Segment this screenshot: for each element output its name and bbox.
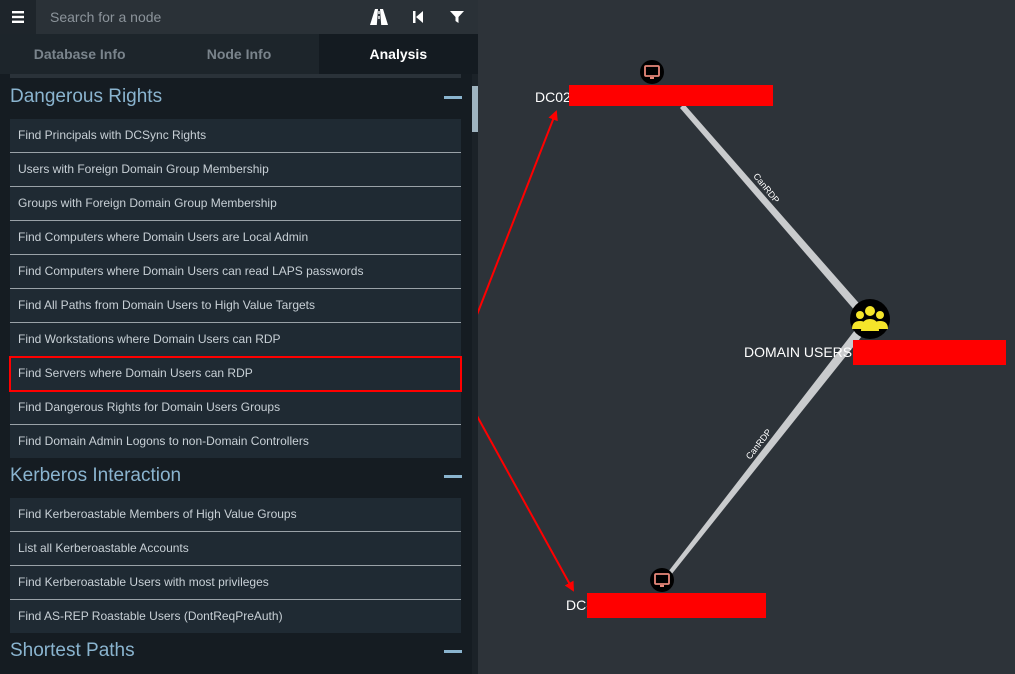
- query-list-kerberos-interaction: Find Kerberoastable Members of High Valu…: [10, 498, 461, 633]
- back-button[interactable]: [400, 0, 436, 34]
- query-item[interactable]: Find Dangerous Rights for Domain Users G…: [10, 391, 461, 425]
- query-item[interactable]: List all Kerberoastable Accounts: [10, 532, 461, 566]
- redaction-dc: [587, 593, 766, 618]
- analysis-content: Dangerous Rights Find Principals with DC…: [0, 74, 478, 674]
- hamburger-menu-icon: [12, 11, 24, 23]
- query-item-selected[interactable]: Find Servers where Domain Users can RDP: [9, 356, 462, 392]
- edge-dc02-domain-users[interactable]: CanRDP: [680, 104, 864, 312]
- node-dc[interactable]: [650, 568, 674, 592]
- node-dc02[interactable]: [640, 60, 664, 84]
- section-title: Dangerous Rights: [10, 86, 163, 107]
- side-panel: Database Info Node Info Analysis Dangero…: [0, 0, 478, 674]
- tab-analysis[interactable]: Analysis: [318, 34, 478, 74]
- panel-tabs: Database Info Node Info Analysis: [0, 34, 478, 74]
- pathfinding-button[interactable]: [361, 0, 397, 34]
- step-back-icon: [413, 11, 423, 23]
- search-input[interactable]: [40, 4, 370, 30]
- node-label-dc02: DC02: [535, 89, 571, 105]
- section-header-kerberos-interaction[interactable]: Kerberos Interaction: [0, 461, 470, 495]
- query-item[interactable]: Find AS-REP Roastable Users (DontReqPreA…: [10, 600, 461, 633]
- filter-icon: [450, 11, 464, 23]
- annotation-arrow-down: [465, 395, 574, 592]
- list-edge: [10, 74, 461, 78]
- section-title: Kerberos Interaction: [10, 465, 182, 486]
- scrollbar-thumb[interactable]: [472, 86, 478, 132]
- collapse-icon[interactable]: [444, 475, 462, 478]
- redaction-domain-users: [853, 340, 1006, 365]
- road-icon: [370, 9, 388, 25]
- query-item[interactable]: Find Computers where Domain Users can re…: [10, 255, 461, 289]
- edge-dc-domain-users[interactable]: CanRDP: [668, 330, 862, 575]
- scrollbar-track[interactable]: [472, 74, 478, 674]
- tab-database-info[interactable]: Database Info: [0, 34, 159, 74]
- query-item[interactable]: Find Workstations where Domain Users can…: [10, 323, 461, 357]
- collapse-icon[interactable]: [444, 650, 462, 653]
- section-title: Shortest Paths: [10, 640, 135, 661]
- query-item[interactable]: Find Domain Admin Logons to non-Domain C…: [10, 425, 461, 458]
- query-item[interactable]: Find Principals with DCSync Rights: [10, 119, 461, 153]
- query-item[interactable]: Find Kerberoastable Users with most priv…: [10, 566, 461, 600]
- query-item[interactable]: Groups with Foreign Domain Group Members…: [10, 187, 461, 221]
- query-item[interactable]: Find All Paths from Domain Users to High…: [10, 289, 461, 323]
- filter-button[interactable]: [439, 0, 475, 34]
- search-bar: [0, 0, 478, 35]
- section-header-dangerous-rights[interactable]: Dangerous Rights: [0, 82, 470, 116]
- node-domain-users[interactable]: [850, 299, 890, 339]
- menu-button[interactable]: [0, 0, 36, 34]
- node-label-domain-users: DOMAIN USERS@: [744, 344, 867, 360]
- tab-node-info[interactable]: Node Info: [159, 34, 318, 74]
- section-header-shortest-paths[interactable]: Shortest Paths: [0, 636, 470, 670]
- redaction-dc02: [569, 85, 773, 106]
- collapse-icon[interactable]: [444, 96, 462, 99]
- query-item[interactable]: Find Computers where Domain Users are Lo…: [10, 221, 461, 255]
- query-list-dangerous-rights: Find Principals with DCSync Rights Users…: [9, 119, 462, 458]
- query-item[interactable]: Users with Foreign Domain Group Membersh…: [10, 153, 461, 187]
- query-item[interactable]: Find Kerberoastable Members of High Valu…: [10, 498, 461, 532]
